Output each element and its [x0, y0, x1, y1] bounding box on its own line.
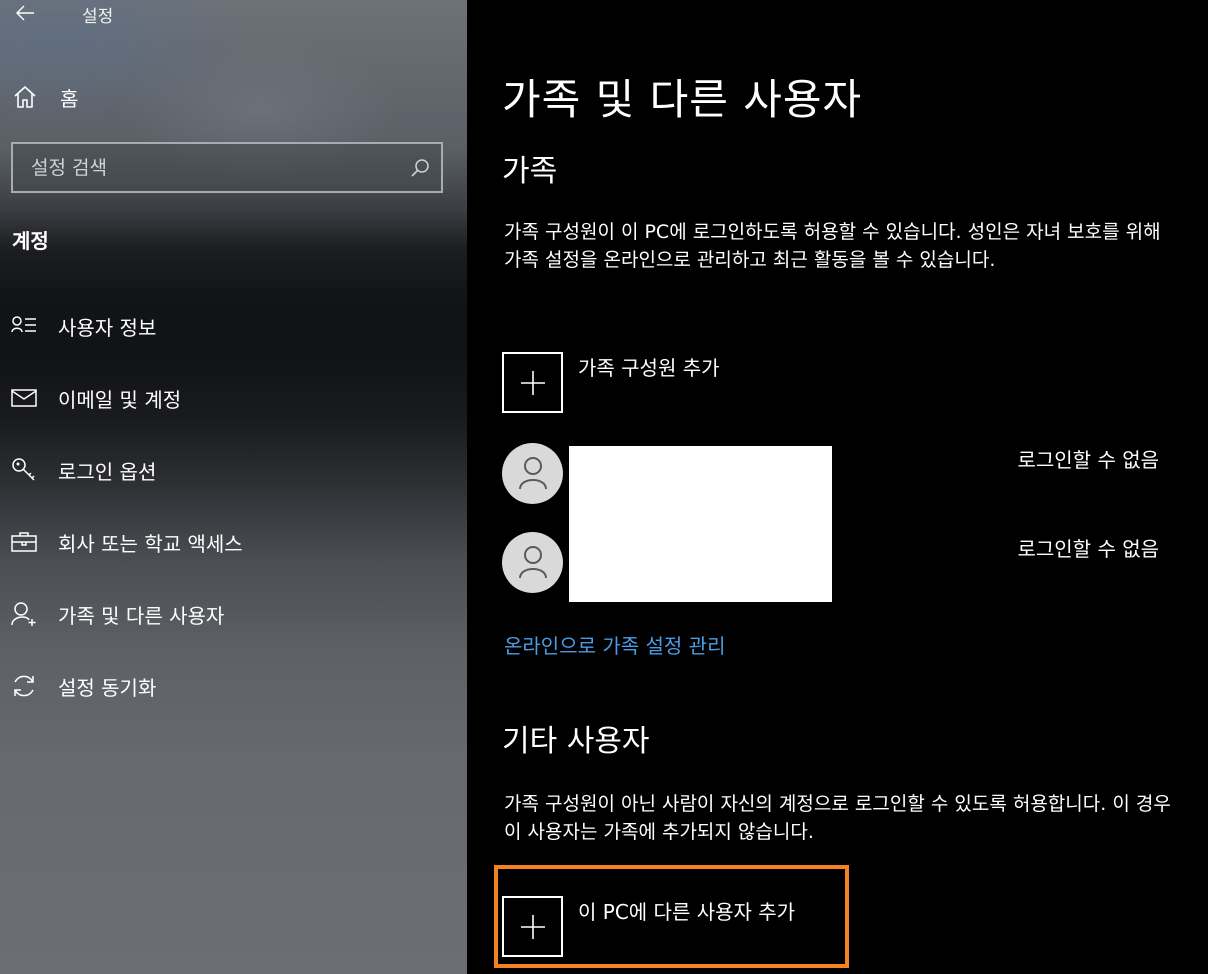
nav-item-label: 가족 및 다른 사용자 — [58, 603, 225, 628]
back-arrow-icon — [16, 5, 34, 21]
nav-item-sign-in-options[interactable]: 로그인 옵션 — [0, 434, 467, 506]
plus-icon — [502, 896, 563, 957]
user-info-icon — [10, 312, 38, 340]
add-person-icon — [10, 600, 38, 628]
nav-item-work-school-access[interactable]: 회사 또는 학교 액세스 — [0, 506, 467, 578]
nav-item-label: 사용자 정보 — [58, 315, 157, 340]
mail-icon — [10, 384, 38, 412]
person-icon — [518, 457, 547, 490]
accounts-nav: 사용자 정보 이메일 및 계정 로그인 옵션 회사 또는 학교 액세스 가족 및… — [0, 290, 467, 722]
back-button[interactable] — [12, 0, 38, 26]
avatar — [502, 442, 563, 504]
home-label: 홈 — [60, 86, 79, 111]
accounts-section-label: 계정 — [12, 229, 49, 253]
briefcase-icon — [10, 528, 38, 556]
nav-item-label: 회사 또는 학교 액세스 — [58, 531, 243, 556]
member-status: 로그인할 수 없음 — [1017, 537, 1159, 561]
home-nav-item[interactable]: 홈 — [12, 80, 78, 114]
nav-item-family-other-users[interactable]: 가족 및 다른 사용자 — [0, 578, 467, 650]
search-icon[interactable] — [407, 155, 433, 181]
other-users-description: 가족 구성원이 아닌 사람이 자신의 계정으로 로그인할 수 있도록 허용합니다… — [504, 793, 1171, 843]
add-family-member-label: 가족 구성원 추가 — [578, 356, 720, 380]
sync-icon — [10, 672, 38, 700]
other-users-heading: 기타 사용자 — [502, 724, 650, 759]
settings-search-input[interactable] — [31, 156, 407, 179]
family-description: 가족 구성원이 이 PC에 로그인하도록 허용할 수 있습니다. 성인은 자녀 … — [504, 221, 1161, 271]
person-icon — [518, 546, 547, 579]
redacted-area — [569, 446, 832, 602]
key-icon — [10, 456, 38, 484]
plus-icon — [502, 352, 563, 413]
app-title: 설정 — [82, 7, 114, 27]
sidebar: 설정 홈 계정 사용자 정보 — [0, 0, 467, 974]
nav-item-sync-settings[interactable]: 설정 동기화 — [0, 650, 467, 722]
main-content: 가족 및 다른 사용자 가족 가족 구성원이 이 PC에 로그인하도록 허용할 … — [467, 0, 1208, 974]
nav-item-label: 이메일 및 계정 — [58, 387, 182, 412]
manage-family-online-link[interactable]: 온라인으로 가족 설정 관리 — [504, 630, 725, 659]
search-box[interactable] — [11, 142, 443, 193]
nav-item-label: 로그인 옵션 — [58, 459, 157, 484]
nav-item-user-info[interactable]: 사용자 정보 — [0, 290, 467, 362]
add-other-user-label: 이 PC에 다른 사용자 추가 — [578, 900, 796, 924]
title-bar — [12, 0, 38, 26]
avatar — [502, 531, 563, 593]
home-icon — [14, 86, 36, 108]
page-title: 가족 및 다른 사용자 — [502, 75, 863, 124]
add-family-member-button[interactable]: 가족 구성원 추가 — [502, 352, 720, 413]
member-status: 로그인할 수 없음 — [1017, 448, 1159, 472]
family-heading: 가족 — [502, 154, 558, 189]
nav-item-email-accounts[interactable]: 이메일 및 계정 — [0, 362, 467, 434]
nav-item-label: 설정 동기화 — [58, 675, 157, 700]
add-other-user-button[interactable]: 이 PC에 다른 사용자 추가 — [502, 896, 795, 957]
